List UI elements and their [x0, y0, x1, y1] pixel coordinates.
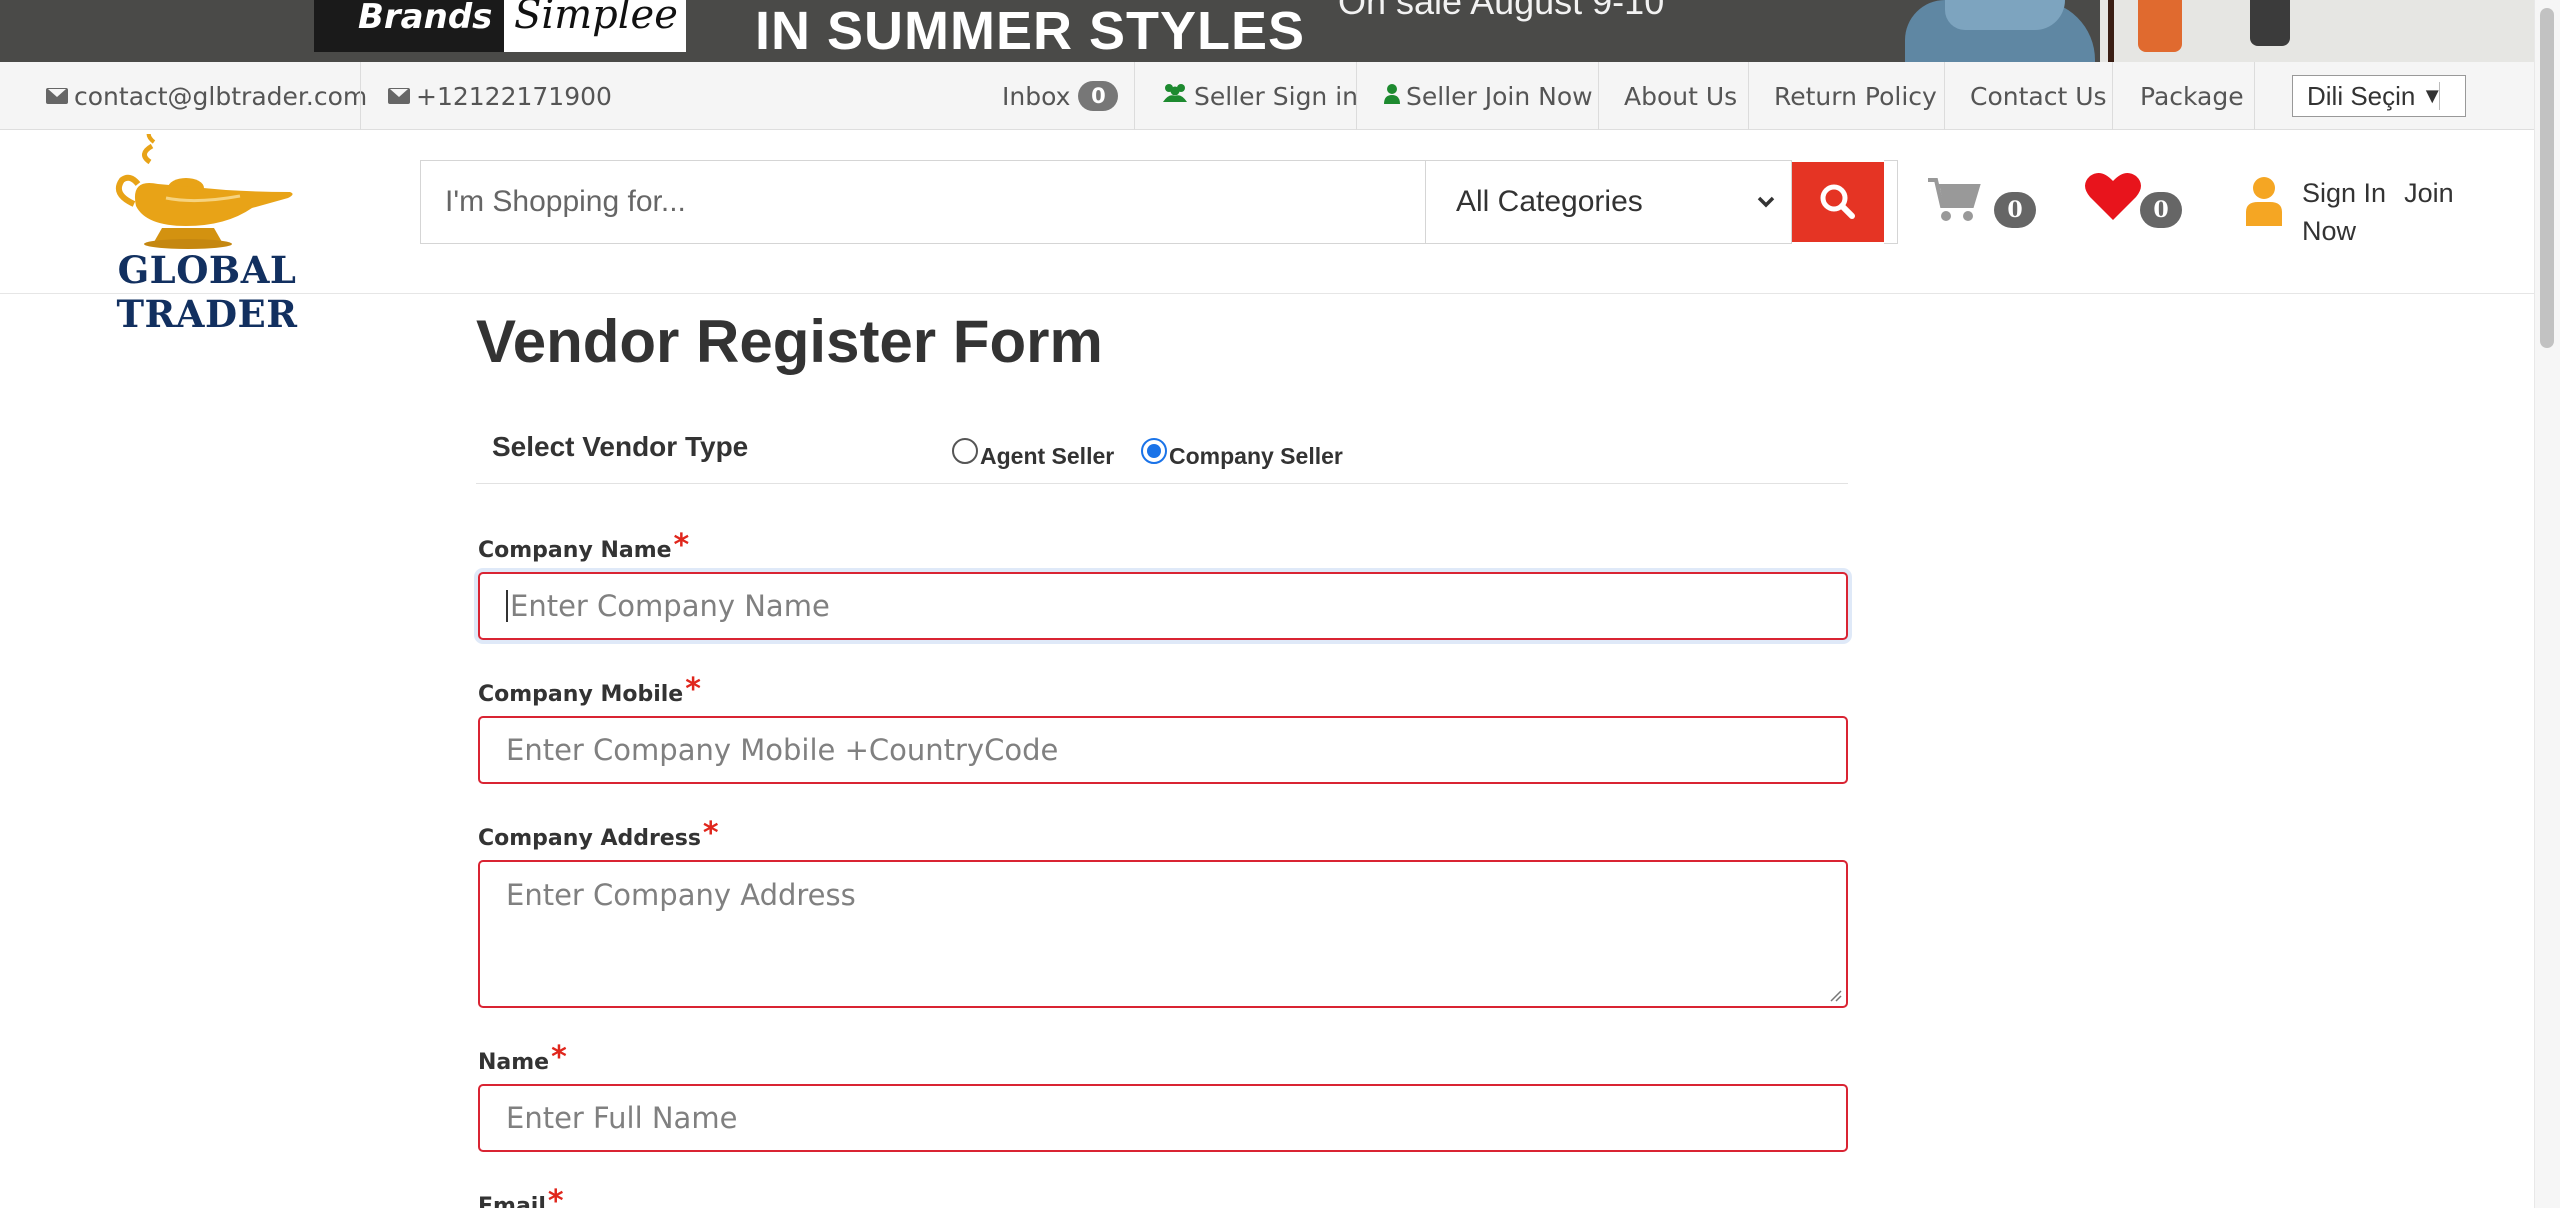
company-mobile-input[interactable]: Enter Company Mobile +CountryCode [478, 716, 1848, 784]
contact-email[interactable]: contact@glbtrader.com [46, 62, 367, 130]
agent-seller-radio[interactable] [952, 438, 978, 464]
divider [1748, 62, 1749, 130]
divider [1356, 62, 1357, 130]
inbox-label: Inbox [1002, 81, 1071, 111]
contact-phone[interactable]: +12122171900 [388, 62, 612, 130]
envelope-icon [46, 88, 68, 104]
inbox-link[interactable]: Inbox 0 [1002, 62, 1119, 130]
banner-sale-text: On sale August 9-10 [1338, 0, 1665, 22]
package-link[interactable]: Package [2140, 62, 2244, 130]
search-box-border [1884, 160, 1898, 244]
company-name-input[interactable]: Enter Company Name [478, 572, 1848, 640]
company-address-placeholder: Enter Company Address [506, 878, 856, 912]
search-input[interactable]: I'm Shopping for... [420, 160, 1426, 244]
banner-brand-simplee: Simplee [504, 0, 686, 52]
company-name-label-text: Company Name [478, 538, 672, 563]
envelope-icon [388, 88, 410, 104]
logo-text: GLOBAL TRADER [116, 248, 298, 336]
return-policy-link[interactable]: Return Policy [1774, 62, 1937, 130]
vendor-type-label: Select Vendor Type [492, 431, 749, 462]
vendor-type-row: Select Vendor Type Agent Seller Company … [476, 418, 1848, 484]
company-address-label-text: Company Address [478, 826, 701, 851]
company-name-placeholder: Enter Company Name [510, 589, 830, 623]
divider [360, 62, 361, 130]
company-name-label: Company Name* [478, 528, 690, 565]
about-us-link[interactable]: About Us [1624, 62, 1737, 130]
divider [1598, 62, 1599, 130]
cart-button[interactable] [1926, 176, 1982, 226]
inbox-count-badge: 0 [1078, 81, 1119, 111]
contact-phone-text: +12122171900 [416, 81, 612, 111]
user-icon [2246, 177, 2282, 226]
text-cursor [506, 590, 508, 622]
banner-shirt-image-detail [1945, 0, 2065, 30]
seller-join-label: Seller Join Now [1406, 81, 1593, 111]
site-logo[interactable]: GLOBAL TRADER [26, 128, 388, 336]
divider [2254, 62, 2255, 130]
search-button[interactable] [1792, 162, 1884, 242]
company-seller-radio[interactable] [1141, 438, 1167, 464]
search-placeholder: I'm Shopping for... [445, 185, 686, 218]
divider [2112, 62, 2113, 130]
language-select-value: Dili Seçin [2307, 80, 2416, 111]
company-address-label: Company Address* [478, 816, 719, 853]
users-icon [1162, 82, 1188, 110]
required-mark: * [685, 672, 701, 707]
divider [1944, 62, 1945, 130]
heart-icon [2085, 172, 2141, 220]
sign-in-link[interactable]: Sign In [2302, 178, 2386, 208]
company-address-textarea[interactable]: Enter Company Address [478, 860, 1848, 1008]
contact-email-text: contact@glbtrader.com [74, 81, 368, 111]
required-mark: * [551, 1040, 567, 1075]
required-mark: * [673, 528, 690, 563]
cart-icon [1928, 178, 1981, 221]
divider [1134, 62, 1135, 130]
scrollbar-thumb[interactable] [2540, 8, 2554, 348]
page-scrollbar[interactable] [2534, 0, 2560, 1208]
site-header: GLOBAL TRADER I'm Shopping for... All Ca… [0, 128, 2534, 336]
account-links: Sign In Join Now [2302, 174, 2502, 250]
cart-count-badge: 0 [1994, 192, 2036, 228]
banner-brand-brands: Brands [314, 0, 504, 52]
seller-signin-label: Seller Sign in [1194, 81, 1359, 111]
company-mobile-label: Company Mobile* [478, 672, 701, 709]
wishlist-button[interactable] [2084, 170, 2142, 226]
email-label: Email* [478, 1184, 564, 1208]
name-label-text: Name [478, 1050, 550, 1075]
full-name-input[interactable]: Enter Full Name [478, 1084, 1848, 1152]
company-mobile-placeholder: Enter Company Mobile +CountryCode [506, 733, 1059, 767]
top-utility-bar: contact@glbtrader.com +12122171900 Inbox… [0, 62, 2534, 130]
chevron-down-icon [1757, 196, 1775, 208]
full-name-placeholder: Enter Full Name [506, 1101, 738, 1135]
company-seller-label[interactable]: Company Seller [1169, 443, 1343, 470]
account-button[interactable] [2244, 176, 2284, 232]
banner-product-image [2138, 0, 2182, 52]
agent-seller-label[interactable]: Agent Seller [980, 443, 1114, 470]
category-select[interactable]: All Categories [1426, 160, 1792, 244]
name-label: Name* [478, 1040, 567, 1077]
promo-banner[interactable]: Brands Simplee IN SUMMER STYLES On sale … [0, 0, 2534, 62]
magic-lamp-icon [116, 128, 293, 249]
company-mobile-label-text: Company Mobile [478, 682, 684, 707]
resize-handle-icon[interactable] [1828, 988, 1842, 1002]
divider [2439, 82, 2440, 110]
banner-rack-image [2108, 0, 2114, 62]
page-title: Vendor Register Form [476, 308, 1103, 375]
search-icon [1820, 184, 1855, 219]
category-select-value: All Categories [1456, 185, 1643, 218]
user-icon [1384, 82, 1400, 111]
banner-headline: IN SUMMER STYLES [755, 1, 1306, 61]
required-mark: * [547, 1184, 564, 1208]
seller-signin-link[interactable]: Seller Sign in [1162, 62, 1358, 130]
wishlist-count-badge: 0 [2140, 192, 2182, 228]
required-mark: * [702, 816, 719, 851]
banner-product-image [2250, 0, 2290, 46]
seller-join-link[interactable]: Seller Join Now [1384, 62, 1593, 130]
contact-us-link[interactable]: Contact Us [1970, 62, 2107, 130]
email-label-text: Email [478, 1194, 546, 1208]
language-select[interactable]: Dili Seçin ▼ [2292, 75, 2466, 117]
